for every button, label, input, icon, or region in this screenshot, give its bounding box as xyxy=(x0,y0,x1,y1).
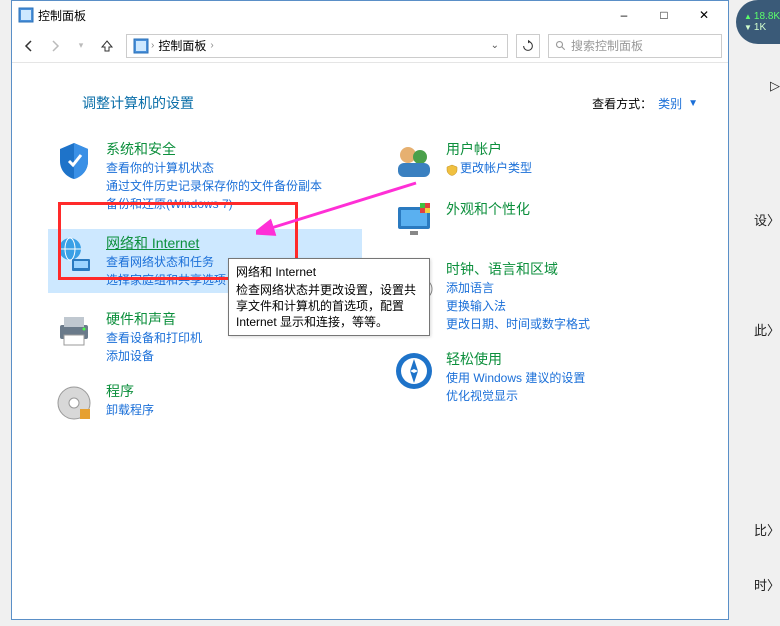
disc-icon xyxy=(52,381,96,425)
address-bar[interactable]: › 控制面板 › ⌄ xyxy=(126,34,508,58)
content-header: 调整计算机的设置 查看方式： 类别 ▼ xyxy=(82,93,698,113)
monitor-icon xyxy=(392,199,436,243)
tooltip: 网络和 Internet 检查网络状态并更改设置，设置共享文件和计算机的首选项，… xyxy=(228,258,430,336)
stray-text: 时〉 xyxy=(754,575,780,594)
category-title[interactable]: 外观和个性化 xyxy=(446,199,702,219)
control-panel-icon xyxy=(18,7,34,23)
category-link[interactable]: 使用 Windows 建议的设置 xyxy=(446,369,702,387)
address-dropdown[interactable]: ⌄ xyxy=(487,40,503,51)
back-button[interactable] xyxy=(18,35,40,57)
category-link[interactable]: 添加语言 xyxy=(446,279,702,297)
category-link[interactable]: 更改日期、时间或数字格式 xyxy=(446,315,702,333)
titlebar: 控制面板 – □ ✕ xyxy=(12,1,728,29)
category-system-security[interactable]: 系统和安全 查看你的计算机状态 通过文件历史记录保存你的文件备份副本 备份和还原… xyxy=(52,139,362,213)
shield-icon xyxy=(52,139,96,183)
category-link[interactable]: 卸载程序 xyxy=(106,401,362,419)
minimize-button[interactable]: – xyxy=(604,1,644,29)
category-link[interactable]: 查看你的计算机状态 xyxy=(106,159,362,177)
refresh-button[interactable] xyxy=(516,34,540,58)
view-mode-selector[interactable]: 查看方式： 类别 ▼ xyxy=(592,95,698,112)
content-area: 调整计算机的设置 查看方式： 类别 ▼ 系统和安全 查看你的计算机状态 通过文件… xyxy=(12,63,728,451)
navigation-toolbar: ▾ › 控制面板 › ⌄ 搜索控制面板 xyxy=(12,29,728,63)
tooltip-title: 网络和 Internet xyxy=(236,264,422,280)
category-link[interactable]: 备份和还原(Windows 7) xyxy=(106,195,362,213)
category-appearance[interactable]: 外观和个性化 xyxy=(392,199,702,243)
search-icon xyxy=(555,40,567,52)
ease-of-access-icon xyxy=(392,349,436,393)
window-title: 控制面板 xyxy=(38,7,604,24)
category-title[interactable]: 轻松使用 xyxy=(446,349,702,369)
close-button[interactable]: ✕ xyxy=(684,1,724,29)
category-title[interactable]: 程序 xyxy=(106,381,362,401)
up-arrow-icon: ▲ xyxy=(744,12,752,21)
breadcrumb-root[interactable]: 控制面板 xyxy=(154,37,210,54)
down-arrow-icon: ▼ xyxy=(744,23,752,32)
category-link[interactable]: 通过文件历史记录保存你的文件备份副本 xyxy=(106,177,362,195)
up-button[interactable] xyxy=(96,35,118,57)
search-box[interactable]: 搜索控制面板 xyxy=(548,34,722,58)
category-title[interactable]: 时钟、语言和区域 xyxy=(446,259,702,279)
stray-text: ▷ xyxy=(770,78,780,94)
category-user-accounts[interactable]: 用户帐户 更改帐户类型 xyxy=(392,139,702,183)
stray-text: 此〉 xyxy=(754,320,780,339)
category-link[interactable]: 更改帐户类型 xyxy=(446,159,702,177)
category-title[interactable]: 用户帐户 xyxy=(446,139,702,159)
right-column: 用户帐户 更改帐户类型 外观和个性化 xyxy=(392,139,702,441)
chevron-down-icon: ▼ xyxy=(688,98,698,109)
category-link[interactable]: 添加设备 xyxy=(106,347,362,365)
category-title[interactable]: 网络和 Internet xyxy=(106,233,362,253)
category-title[interactable]: 系统和安全 xyxy=(106,139,362,159)
recent-dropdown[interactable]: ▾ xyxy=(70,35,92,57)
maximize-button[interactable]: □ xyxy=(644,1,684,29)
search-placeholder: 搜索控制面板 xyxy=(571,37,643,54)
control-panel-path-icon xyxy=(133,38,149,54)
category-programs[interactable]: 程序 卸载程序 xyxy=(52,381,362,425)
page-title: 调整计算机的设置 xyxy=(82,93,194,113)
admin-shield-icon xyxy=(446,163,458,175)
breadcrumb-sep: › xyxy=(210,40,213,51)
globe-network-icon xyxy=(52,233,96,277)
category-link[interactable]: 优化视觉显示 xyxy=(446,387,702,405)
stray-text: 比〉 xyxy=(754,520,780,539)
printer-icon xyxy=(52,309,96,353)
user-accounts-icon xyxy=(392,139,436,183)
category-clock-language-region[interactable]: 时钟、语言和区域 添加语言 更换输入法 更改日期、时间或数字格式 xyxy=(392,259,702,333)
view-mode-label: 查看方式： xyxy=(592,95,652,112)
tooltip-body: 检查网络状态并更改设置，设置共享文件和计算机的首选项，配置 Internet 显… xyxy=(236,282,422,330)
view-mode-value: 类别 xyxy=(658,95,682,112)
forward-button[interactable] xyxy=(44,35,66,57)
network-gauge-overlay: ▲18.8K ▼1K xyxy=(736,0,780,44)
stray-text: 设〉 xyxy=(754,210,780,229)
category-link[interactable]: 更换输入法 xyxy=(446,297,702,315)
category-ease-of-access[interactable]: 轻松使用 使用 Windows 建议的设置 优化视觉显示 xyxy=(392,349,702,405)
